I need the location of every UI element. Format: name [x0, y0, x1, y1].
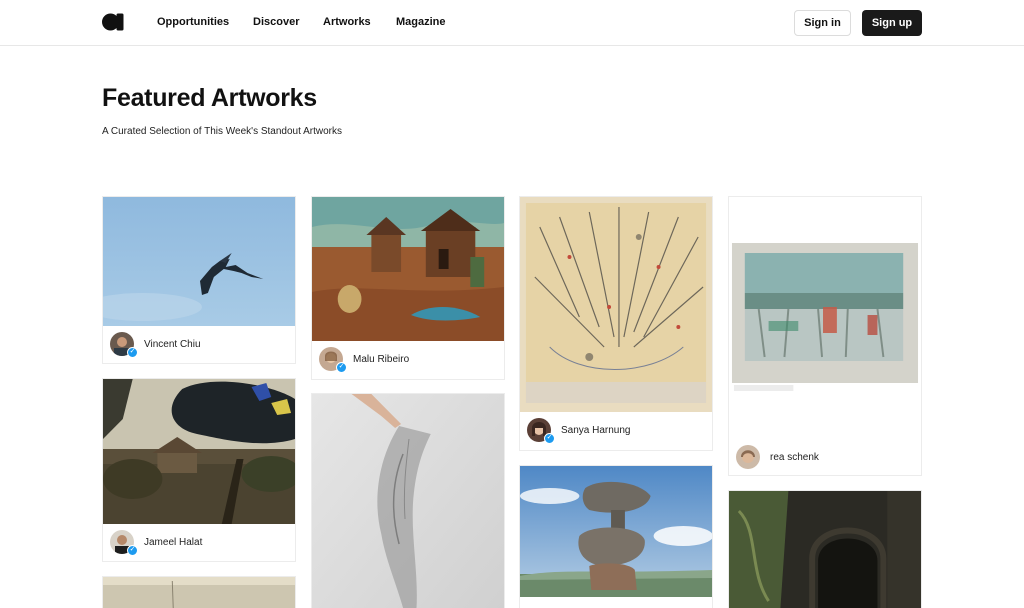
artwork-image[interactable] — [103, 379, 295, 524]
verified-badge-icon: ✓ — [127, 347, 138, 358]
verified-badge-icon: ✓ — [544, 433, 555, 444]
artwork-card[interactable] — [728, 490, 922, 608]
artist-row[interactable]: ✓ Jameel Halat — [103, 524, 295, 561]
page-subtitle: A Curated Selection of This Week's Stand… — [102, 126, 342, 137]
artwork-image[interactable] — [729, 197, 921, 439]
sign-up-button[interactable]: Sign up — [862, 10, 922, 36]
nav-discover[interactable]: Discover — [253, 16, 299, 28]
avatar[interactable] — [736, 445, 760, 469]
nav-magazine[interactable]: Magazine — [396, 16, 446, 28]
verified-badge-icon: ✓ — [127, 545, 138, 556]
nav-opportunities[interactable]: Opportunities — [157, 16, 229, 28]
artwork-image[interactable] — [103, 577, 295, 608]
verified-badge-icon: ✓ — [336, 362, 347, 373]
page-title: Featured Artworks — [102, 84, 317, 112]
artist-name[interactable]: Jameel Halat — [144, 537, 202, 548]
artwork-image[interactable] — [103, 197, 295, 326]
artist-name[interactable]: Vincent Chiu — [144, 339, 201, 350]
nav-artworks[interactable]: Artworks — [323, 16, 371, 28]
artist-row[interactable]: rea schenk — [729, 439, 921, 475]
artwork-image[interactable] — [520, 466, 712, 597]
artist-name[interactable]: rea schenk — [770, 452, 819, 463]
artwork-card[interactable]: rea schenk — [728, 196, 922, 476]
artist-row[interactable]: ✓ Vincent Chiu — [103, 326, 295, 363]
artwork-image[interactable] — [312, 394, 504, 608]
artist-name[interactable]: Sanya Harnung — [561, 425, 631, 436]
artist-row[interactable]: ✓ Malu Ribeiro — [312, 341, 504, 379]
artwork-card[interactable] — [102, 576, 296, 608]
artist-name[interactable]: Malu Ribeiro — [353, 354, 409, 365]
artwork-card[interactable]: ✓ Sanya Harnung — [519, 196, 713, 451]
logo-icon[interactable] — [102, 13, 124, 31]
artwork-image[interactable] — [520, 197, 712, 412]
artwork-card[interactable] — [519, 465, 713, 608]
artwork-card[interactable]: ✓ Malu Ribeiro — [311, 196, 505, 380]
artist-row[interactable]: ✓ Sanya Harnung — [520, 412, 712, 450]
artwork-card[interactable]: ✓ Jameel Halat — [102, 378, 296, 562]
top-navigation-bar: Opportunities Discover Artworks Magazine… — [0, 0, 1024, 46]
artwork-card[interactable] — [311, 393, 505, 608]
artwork-image[interactable] — [729, 491, 921, 608]
artwork-card[interactable]: ✓ Vincent Chiu — [102, 196, 296, 364]
artwork-image[interactable] — [312, 197, 504, 341]
sign-in-button[interactable]: Sign in — [794, 10, 851, 36]
